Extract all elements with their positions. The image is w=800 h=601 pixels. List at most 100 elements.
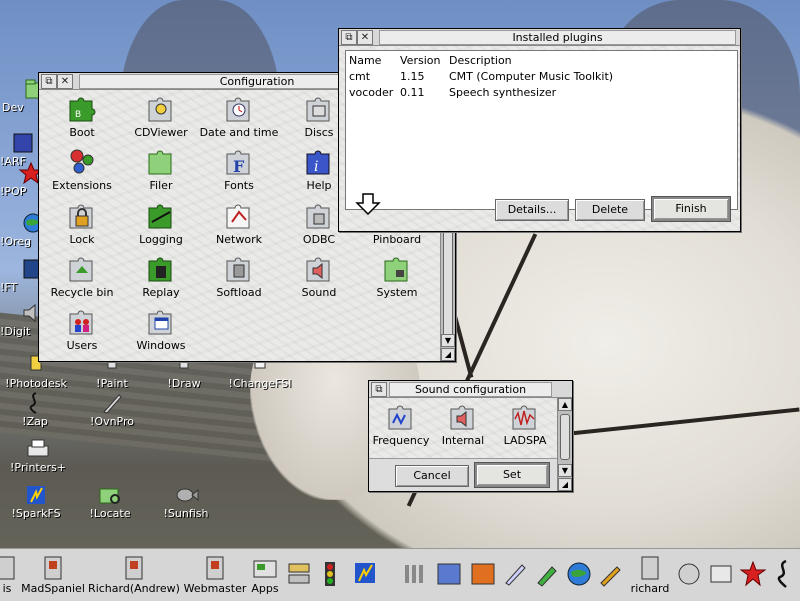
config-item-label: Sound [301, 286, 337, 299]
edit-icon[interactable] [534, 561, 560, 587]
config-item-windows[interactable]: Windows [121, 306, 201, 352]
scroll-down-icon[interactable]: ▼ [441, 334, 455, 347]
arrow-down-icon[interactable] [355, 193, 381, 215]
config-item-lock[interactable]: Lock [42, 200, 122, 246]
config-item-filer[interactable]: Filer [121, 146, 201, 192]
paint-icon[interactable] [598, 561, 624, 587]
spark-icon [27, 486, 45, 504]
scrollbar-thumb[interactable] [560, 414, 570, 460]
desktop-icon-label: !POP [0, 185, 27, 198]
config-item-label: Date and time [199, 126, 279, 139]
config-item-logging[interactable]: Logging [121, 200, 201, 246]
config-icon[interactable] [436, 561, 462, 587]
window-title: Sound configuration [389, 382, 552, 397]
frequency-icon [388, 405, 412, 430]
config-item-date-and-time[interactable]: Date and time [199, 93, 279, 139]
desktop-icon-label: !Locate [89, 507, 131, 520]
traffic-light-icon[interactable] [320, 561, 340, 589]
recycle-icon [69, 257, 93, 282]
mixer-icon[interactable] [402, 561, 428, 587]
apps-icon [253, 560, 277, 578]
iconbar-label: richard [630, 582, 670, 595]
desktop-icon-printers[interactable]: !Printers+ [6, 438, 70, 474]
star-icon[interactable] [740, 561, 766, 587]
column-header-name: Name [349, 54, 382, 67]
desktop-icon-locate[interactable]: !Locate [84, 484, 136, 520]
finish-button[interactable]: Finish [651, 196, 731, 222]
zap-icon [29, 392, 37, 414]
iconbar-label: Apps [251, 582, 279, 595]
config-item-label: Network [216, 233, 262, 246]
fun-icon[interactable] [470, 561, 496, 587]
desktop-icon-sunfish[interactable]: !Sunfish [160, 484, 212, 520]
config-item-label: Internal [441, 434, 485, 447]
cancel-button[interactable]: Cancel [395, 465, 469, 487]
resize-icon[interactable]: ◢ [441, 348, 455, 361]
config-item-ladspa[interactable]: LADSPA [493, 401, 557, 447]
softload-icon [226, 257, 250, 282]
desktop-icon-label: !Photodesk [5, 377, 67, 390]
task-manager-icon[interactable] [708, 561, 734, 587]
iconbar-item-apps[interactable]: Apps [248, 555, 282, 595]
zap-icon[interactable] [772, 559, 794, 589]
plugin-name: vocoder [349, 86, 394, 99]
config-item-label: Recycle bin [50, 286, 114, 299]
details-button[interactable]: Details... [495, 199, 569, 221]
column-header-description: Description [449, 54, 512, 67]
speaker-icon [450, 405, 474, 430]
table-row[interactable]: cmt 1.15 CMT (Computer Music Toolkit) [349, 70, 729, 84]
scroll-down-icon[interactable]: ▼ [558, 464, 572, 477]
desktop-icon-label: !OvnPro [90, 415, 134, 428]
fish-icon [176, 488, 199, 502]
config-item-sound[interactable]: Sound [279, 253, 359, 299]
resize-icon[interactable]: ◢ [558, 478, 572, 491]
back-icon[interactable]: ⧉ [371, 382, 387, 397]
config-item-users[interactable]: Users [42, 306, 122, 352]
set-button[interactable]: Set [474, 462, 550, 488]
iconbar-item-richard-andrew[interactable]: Richard(Andrew) [88, 555, 180, 595]
config-item-frequency[interactable]: Frequency [369, 401, 433, 447]
config-item-label: Users [66, 339, 98, 352]
spark-icon[interactable] [352, 561, 378, 587]
config-item-recycle-bin[interactable]: Recycle bin [42, 253, 122, 299]
globe-icon[interactable] [566, 561, 592, 587]
iconbar-item-madspaniel[interactable]: MadSpaniel [20, 555, 86, 595]
network-icon[interactable] [287, 561, 311, 587]
config-item-replay[interactable]: Replay [121, 253, 201, 299]
config-item-boot[interactable]: B Boot [42, 93, 122, 139]
plugins-list[interactable]: Name Version Description cmt 1.15 CMT (C… [345, 50, 738, 210]
sound-scrollbar[interactable]: ▲ ▼ ◢ [557, 398, 572, 491]
iconbar-item-is[interactable]: is [0, 555, 16, 595]
scroll-up-icon[interactable]: ▲ [558, 398, 572, 411]
config-item-extensions[interactable]: Extensions [42, 146, 122, 192]
desktop-icon-ovnpro[interactable]: !OvnPro [86, 392, 138, 428]
desktop-icon-label: Dev [2, 101, 24, 114]
desktop-icon-sparkfs[interactable]: !SparkFS [8, 484, 64, 520]
desktop-icon-label: !Sunfish [163, 507, 209, 520]
close-icon[interactable]: ✕ [357, 30, 373, 45]
display-icon[interactable] [676, 561, 702, 587]
delete-button[interactable]: Delete [575, 199, 645, 221]
config-item-system[interactable]: System [357, 253, 437, 299]
config-item-cdviewer[interactable]: CDViewer [121, 93, 201, 139]
config-item-label: Replay [142, 286, 180, 299]
close-icon[interactable]: ✕ [57, 74, 73, 89]
iconbar-label: Webmaster [183, 582, 247, 595]
pencil-icon[interactable] [502, 561, 528, 587]
back-icon[interactable]: ⧉ [341, 30, 357, 45]
config-item-network[interactable]: Network [199, 200, 279, 246]
desktop-icon-label: !FT [0, 281, 18, 294]
desktop-icon-label: !Zap [22, 415, 48, 428]
plugins-titlebar[interactable]: ⧉ ✕ Installed plugins [339, 29, 740, 46]
table-row[interactable]: vocoder 0.11 Speech synthesizer [349, 86, 729, 100]
config-item-fonts[interactable]: F Fonts [199, 146, 279, 192]
back-icon[interactable]: ⧉ [41, 74, 57, 89]
discs-icon [306, 97, 330, 122]
config-item-label: Discs [304, 126, 334, 139]
iconbar-item-webmaster[interactable]: Webmaster [182, 555, 248, 595]
config-item-internal[interactable]: Internal [431, 401, 495, 447]
config-item-softload[interactable]: Softload [199, 253, 279, 299]
desktop-icon-zap[interactable]: !Zap [14, 392, 56, 428]
iconbar-item-richard[interactable]: richard [630, 555, 670, 595]
sound-titlebar[interactable]: ⧉ Sound configuration [369, 381, 572, 398]
